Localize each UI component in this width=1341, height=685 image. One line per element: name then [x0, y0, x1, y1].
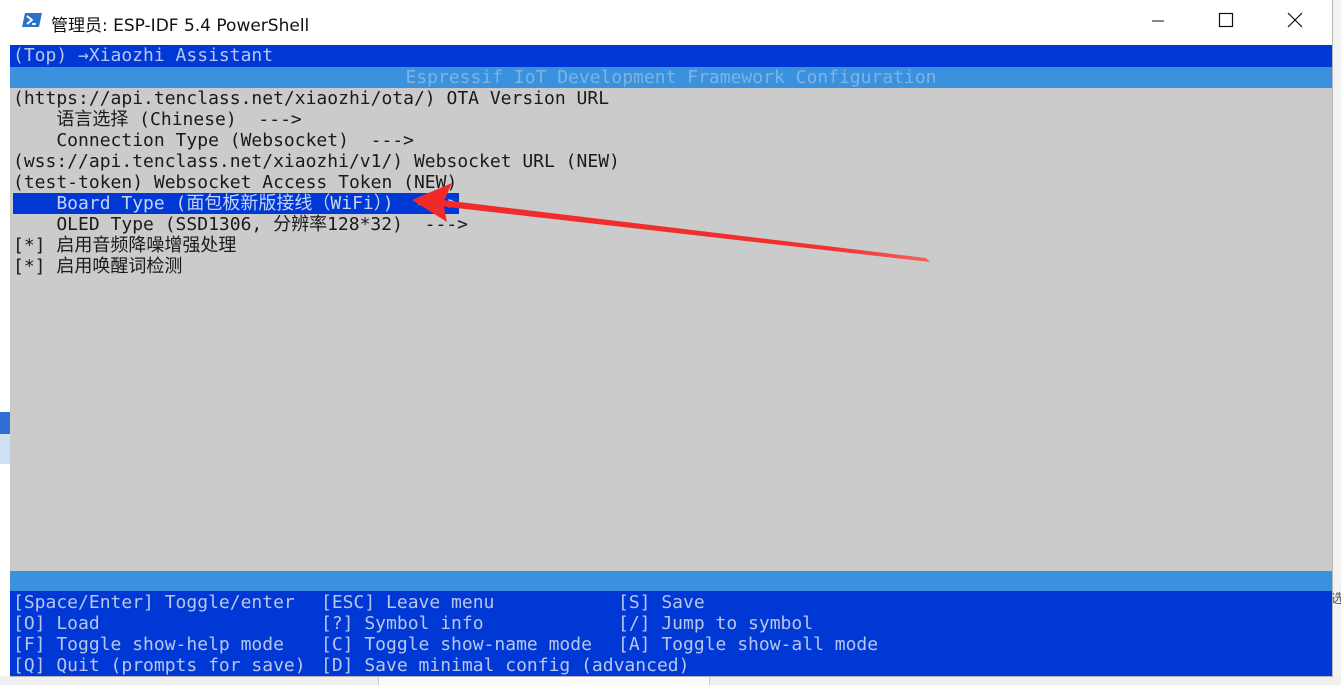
menu-item-connection-type[interactable]: Connection Type (Websocket) --->	[13, 130, 414, 151]
close-icon	[1287, 12, 1303, 32]
menu-item-websocket-url[interactable]: (wss://api.tenclass.net/xiaozhi/v1/) Web…	[13, 151, 620, 172]
menu-item-board-type[interactable]: Board Type (面包板新版接线（WiFi）) --->	[13, 193, 459, 214]
background-window-strip	[0, 412, 10, 434]
minimize-icon	[1151, 13, 1165, 32]
console-area[interactable]: (Top) →Xiaozhi Assistant Espressif IoT D…	[10, 45, 1332, 676]
minimize-button[interactable]	[1123, 0, 1193, 44]
menu-item-websocket-token[interactable]: (test-token) Websocket Access Token (NEW…	[13, 172, 457, 193]
help-jump-to-symbol: [/] Jump to symbol	[618, 613, 814, 634]
background-window-strip-light	[0, 434, 10, 464]
menuconfig-title: Espressif IoT Development Framework Conf…	[405, 67, 937, 88]
help-save: [S] Save	[618, 592, 705, 613]
menu-item-ota-url[interactable]: (https://api.tenclass.net/xiaozhi/ota/) …	[13, 88, 609, 109]
powershell-icon	[22, 12, 42, 28]
window-title: 管理员: ESP-IDF 5.4 PowerShell	[51, 16, 310, 36]
background-right-edge	[1332, 0, 1341, 685]
menu-item-oled-type[interactable]: OLED Type (SSD1306, 分辨率128*32) --->	[13, 214, 468, 235]
title-bar[interactable]: 管理员: ESP-IDF 5.4 PowerShell	[10, 0, 1332, 45]
help-show-help-mode: [F] Toggle show-help mode	[13, 634, 284, 655]
menu-item-language[interactable]: 语言选择 (Chinese) --->	[13, 109, 301, 130]
close-button[interactable]	[1260, 0, 1330, 44]
help-save-minimal: [D] Save minimal config (advanced)	[321, 655, 690, 676]
help-toggle-enter: [Space/Enter] Toggle/enter	[13, 592, 295, 613]
help-show-all-mode: [A] Toggle show-all mode	[618, 634, 879, 655]
help-quit: [Q] Quit (prompts for save)	[13, 655, 306, 676]
breadcrumb-bar: (Top) →Xiaozhi Assistant	[10, 45, 1332, 67]
help-leave-menu: [ESC] Leave menu	[321, 592, 495, 613]
background-bottom-panel	[378, 676, 710, 685]
menu-item-audio-denoise[interactable]: [*] 启用音频降噪增强处理	[13, 235, 236, 256]
menuconfig-header: Espressif IoT Development Framework Conf…	[10, 67, 1332, 88]
help-show-name-mode: [C] Toggle show-name mode	[321, 634, 592, 655]
help-separator	[10, 571, 1332, 591]
menu-item-wake-word[interactable]: [*] 启用唤醒词检测	[13, 256, 182, 277]
maximize-icon	[1218, 12, 1234, 32]
help-panel: [Space/Enter] Toggle/enter [O] Load [F] …	[10, 591, 1332, 676]
help-load: [O] Load	[13, 613, 100, 634]
help-symbol-info: [?] Symbol info	[321, 613, 484, 634]
powershell-window: 管理员: ESP-IDF 5.4 PowerShell (Top) →Xiaoz…	[10, 0, 1333, 677]
maximize-button[interactable]	[1191, 0, 1261, 44]
breadcrumb: (Top) →Xiaozhi Assistant	[13, 45, 274, 66]
